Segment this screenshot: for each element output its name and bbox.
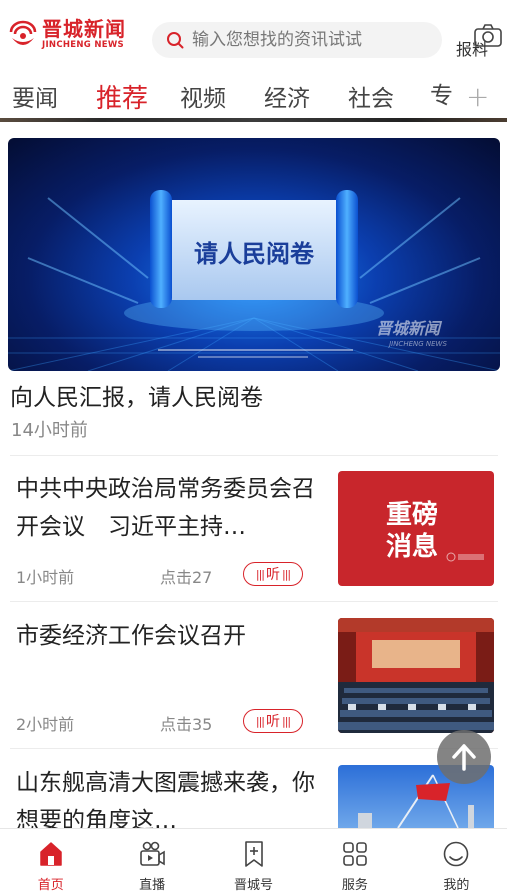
logo-chinese: 晋城新闻 <box>42 17 126 41</box>
channel-tabs: 要闻 推荐 视频 经济 社会 专 <box>0 74 507 118</box>
tab-yaowen[interactable]: 要闻 <box>12 79 84 113</box>
nav-service[interactable]: 服务 <box>304 829 405 893</box>
back-to-top-button[interactable] <box>437 730 491 784</box>
home-icon <box>39 842 62 866</box>
arrow-up-icon <box>452 744 476 771</box>
nav-home[interactable]: 首页 <box>0 829 101 893</box>
tab-divider <box>0 118 507 122</box>
profile-icon <box>444 841 469 867</box>
add-channel-icon[interactable]: + <box>466 80 489 113</box>
nav-jinchenghao-label: 晋城号 <box>234 878 274 893</box>
grid-icon <box>343 842 367 866</box>
tab-tuijian[interactable]: 推荐 <box>96 78 168 115</box>
tab-shipin[interactable]: 视频 <box>180 79 252 113</box>
app-header: 晋城新闻 JINCHENG NEWS 报料 <box>0 0 507 74</box>
hero-title[interactable]: 向人民汇报，请人民阅卷 <box>10 378 263 412</box>
report-button[interactable]: 报料 <box>455 24 505 60</box>
listen-label-2: 听 <box>266 714 280 730</box>
meeting-hall-image <box>338 618 494 733</box>
live-camera-icon <box>140 841 165 866</box>
bookmark-icon <box>244 841 263 867</box>
news-title-1[interactable]: 中共中央政治局常务委员会召开会议 习近平主持… <box>16 470 326 546</box>
bottom-nav: 首页 直播 晋城号 服务 我的 <box>0 828 507 893</box>
hero-image[interactable]: 请人民阅卷 晋城新闻 JINCHENG NEWS <box>8 138 500 371</box>
divider <box>10 748 498 749</box>
divider <box>10 455 498 456</box>
nav-jinchenghao[interactable]: 晋城号 <box>203 829 304 893</box>
news-title-2[interactable]: 市委经济工作会议召开 <box>16 617 326 655</box>
hero-banner-text: 请人民阅卷 <box>194 240 315 268</box>
search-bar[interactable] <box>152 22 442 58</box>
logo-english: JINCHENG NEWS <box>42 40 124 50</box>
hero-watermark: 晋城新闻 <box>376 319 443 338</box>
hero-time: 14小时前 <box>11 420 88 441</box>
listen-label-1: 听 <box>266 567 280 583</box>
thumb-text-2: 消息 <box>386 532 439 562</box>
thumb-text-1: 重磅 <box>386 500 439 530</box>
nav-service-label: 服务 <box>341 878 368 893</box>
tab-jingji[interactable]: 经济 <box>264 79 336 113</box>
nav-live-label: 直播 <box>139 878 166 893</box>
news-thumb-2[interactable] <box>338 618 494 733</box>
listen-button-2[interactable]: ||| 听 ||| <box>243 709 303 733</box>
news-time-1: 1小时前 <box>16 568 75 587</box>
nav-profile[interactable]: 我的 <box>406 829 507 893</box>
nav-home-label: 首页 <box>37 878 64 893</box>
app-logo[interactable]: 晋城新闻 JINCHENG NEWS <box>8 18 126 51</box>
hero-banner-graphic: 请人民阅卷 晋城新闻 JINCHENG NEWS <box>8 190 500 371</box>
divider <box>10 601 498 602</box>
audio-wave-icon: ||| <box>255 567 265 581</box>
news-thumb-1[interactable]: 重磅 消息 <box>338 471 494 586</box>
hero-watermark-en: JINCHENG NEWS <box>387 340 447 348</box>
audio-wave-icon: ||| <box>255 714 265 728</box>
report-label: 报料 <box>456 40 489 59</box>
thumb-watermark-icon <box>446 552 484 562</box>
search-icon <box>167 32 184 49</box>
nav-profile-label: 我的 <box>443 878 470 893</box>
audio-wave-icon: ||| <box>282 714 291 728</box>
tab-partial[interactable]: 专 <box>430 74 470 118</box>
logo-text: 晋城新闻 JINCHENG NEWS <box>42 18 126 51</box>
audio-wave-icon: ||| <box>282 567 291 581</box>
news-clicks-1: 点击27 <box>160 568 213 587</box>
news-time-2: 2小时前 <box>16 715 75 734</box>
news-clicks-2: 点击35 <box>160 715 213 734</box>
listen-button-1[interactable]: ||| 听 ||| <box>243 562 303 586</box>
nav-live[interactable]: 直播 <box>101 829 202 893</box>
search-input[interactable] <box>192 30 432 50</box>
tab-shehui[interactable]: 社会 <box>348 79 420 113</box>
logo-icon <box>9 20 37 45</box>
